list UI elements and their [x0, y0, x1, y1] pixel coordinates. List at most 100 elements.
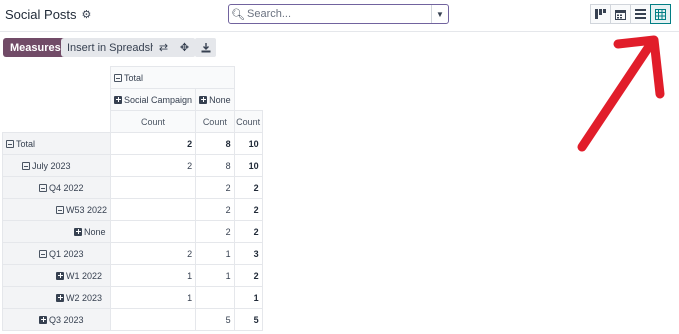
col-header-label: Social Campaign — [124, 94, 193, 105]
row-header[interactable]: Q1 2023 — [1, 242, 112, 265]
cell-value[interactable]: 1 — [233, 286, 263, 309]
blank-cell — [3, 111, 111, 133]
collapse-icon — [39, 249, 47, 258]
table-row: Q1 2023 2 1 3 — [1, 242, 263, 265]
row-header[interactable]: W1 2022 — [1, 264, 112, 287]
measure-header[interactable]: Count — [233, 110, 263, 133]
table-row: W1 2022 1 1 2 — [1, 264, 263, 287]
col-header-total[interactable]: Total — [110, 66, 235, 89]
cell-value[interactable]: 2 — [110, 154, 197, 177]
cell-value[interactable]: 2 — [233, 264, 263, 287]
row-header-label: None — [84, 226, 106, 237]
expand-icon — [56, 293, 64, 302]
download-icon — [201, 42, 210, 52]
expand-icon — [74, 227, 82, 236]
row-header[interactable]: Q4 2022 — [1, 176, 112, 199]
download-button[interactable] — [195, 38, 216, 57]
blank-cell — [234, 89, 262, 111]
cell-value[interactable]: 1 — [195, 264, 235, 287]
row-header-label: Q4 2022 — [49, 182, 84, 193]
cell-value[interactable] — [110, 198, 197, 221]
row-header[interactable]: Q3 2023 — [1, 308, 112, 331]
gear-icon[interactable]: ⚙ — [82, 8, 92, 21]
measure-header[interactable]: Count — [195, 110, 235, 133]
table-row: July 2023 2 8 10 — [1, 154, 263, 177]
cell-value[interactable]: 5 — [195, 308, 235, 331]
list-view-button[interactable] — [630, 4, 651, 24]
blank-cell — [3, 67, 111, 89]
col-header-total-label: Total — [124, 72, 144, 83]
cell-value[interactable]: 3 — [233, 242, 263, 265]
cell-value[interactable] — [110, 176, 197, 199]
kanban-icon — [595, 9, 606, 19]
annotation-arrow-icon — [577, 35, 665, 152]
collapse-icon — [6, 139, 14, 148]
table-row: W53 2022 2 2 — [1, 198, 263, 221]
collapse-icon — [39, 183, 47, 192]
row-header[interactable]: July 2023 — [1, 154, 112, 177]
view-switcher — [590, 4, 671, 24]
top-bar: Social Posts ⚙ 🔍︎ ▼ — [0, 0, 679, 32]
cell-value[interactable]: 2 — [233, 198, 263, 221]
measures-label: Measures — [10, 41, 61, 54]
cell-value[interactable]: 10 — [233, 132, 263, 155]
cell-value[interactable]: 8 — [195, 132, 235, 155]
cell-value[interactable]: 2 — [195, 198, 235, 221]
cell-value[interactable]: 1 — [110, 264, 197, 287]
cell-value[interactable] — [110, 220, 197, 243]
calendar-view-button[interactable] — [610, 4, 631, 24]
row-header[interactable]: Total — [1, 132, 112, 155]
row-header-label: Q3 2023 — [49, 314, 84, 325]
search-input[interactable] — [247, 5, 431, 23]
blank-cell — [3, 89, 111, 111]
calendar-icon — [615, 9, 626, 20]
collapse-icon — [56, 205, 64, 214]
list-icon — [635, 9, 646, 19]
collapse-icon — [114, 73, 123, 82]
table-row: Total 2 8 10 — [1, 132, 263, 155]
cell-value[interactable] — [110, 308, 197, 331]
expand-icon — [199, 95, 208, 104]
col-header-social-campaign[interactable]: Social Campaign — [110, 88, 197, 111]
flip-axis-button[interactable]: ⇄ — [153, 38, 174, 57]
page-title[interactable]: Social Posts — [5, 7, 77, 22]
cell-value[interactable] — [195, 286, 235, 309]
search-options-dropdown[interactable]: ▼ — [431, 5, 448, 23]
col-header-label: None — [209, 94, 231, 105]
cell-value[interactable]: 2 — [233, 176, 263, 199]
cell-value[interactable]: 2 — [110, 132, 197, 155]
cell-value[interactable]: 2 — [195, 176, 235, 199]
pivot-table: Total Social Campaign None Count Count C… — [1, 66, 263, 331]
row-header[interactable]: None — [1, 220, 112, 243]
col-header-none[interactable]: None — [195, 88, 235, 111]
pivot-view-button[interactable] — [650, 4, 671, 24]
table-row: Q3 2023 5 5 — [1, 308, 263, 331]
expand-icon — [114, 95, 123, 104]
cell-value[interactable]: 2 — [110, 242, 197, 265]
row-header-label: W1 2022 — [66, 270, 103, 281]
search-icon: 🔍︎ — [231, 8, 245, 21]
row-header-label: Q1 2023 — [49, 248, 84, 259]
expand-icon — [56, 271, 64, 280]
cell-value[interactable]: 2 — [233, 220, 263, 243]
table-row: None 2 2 — [1, 220, 263, 243]
breadcrumb: Social Posts ⚙ — [5, 7, 91, 22]
pivot-icon — [655, 8, 666, 20]
kanban-view-button[interactable] — [590, 4, 611, 24]
row-header[interactable]: W2 2023 — [1, 286, 112, 309]
expand-icon — [39, 315, 47, 324]
cell-value[interactable]: 2 — [195, 220, 235, 243]
cell-value[interactable]: 1 — [110, 286, 197, 309]
cell-value[interactable]: 8 — [195, 154, 235, 177]
flip-axis-icon: ⇄ — [158, 42, 169, 54]
row-header-label: W53 2022 — [66, 204, 108, 215]
expand-all-button[interactable]: ✥ — [174, 38, 195, 57]
cell-value[interactable]: 5 — [233, 308, 263, 331]
search-bar: 🔍︎ ▼ — [228, 4, 449, 24]
row-header[interactable]: W53 2022 — [1, 198, 112, 221]
table-row: Q4 2022 2 2 — [1, 176, 263, 199]
expand-all-icon: ✥ — [179, 42, 190, 54]
measure-header[interactable]: Count — [110, 110, 197, 133]
cell-value[interactable]: 1 — [195, 242, 235, 265]
cell-value[interactable]: 10 — [233, 154, 263, 177]
